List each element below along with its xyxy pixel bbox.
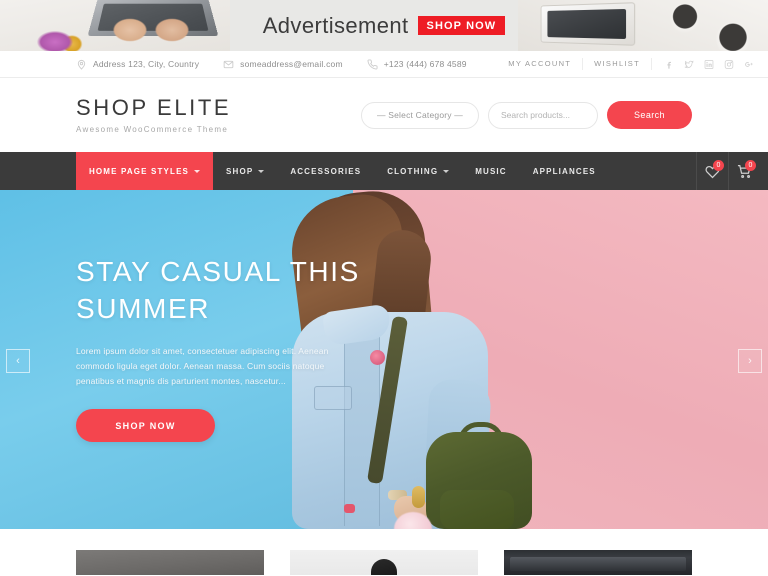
chevron-down-icon bbox=[194, 169, 201, 173]
hero-shop-now-button[interactable]: SHOP NOW bbox=[76, 409, 215, 442]
ad-photo-left bbox=[0, 0, 230, 51]
linkedin-icon[interactable] bbox=[704, 59, 714, 70]
topbar-email[interactable]: someaddress@email.com bbox=[223, 59, 343, 70]
cart-button[interactable]: 0 bbox=[728, 152, 760, 190]
topbar-email-text: someaddress@email.com bbox=[240, 59, 343, 69]
product-image bbox=[290, 550, 478, 575]
nav-item-appliances[interactable]: APPLIANCES bbox=[520, 152, 609, 190]
topbar-right: MY ACCOUNT WISHLIST bbox=[497, 58, 754, 70]
hands-image bbox=[110, 14, 202, 48]
nav-label: ACCESSORIES bbox=[290, 166, 362, 176]
product-card[interactable] bbox=[504, 550, 692, 575]
envelope-icon bbox=[223, 60, 234, 68]
ad-center-content: Advertisement SHOP NOW bbox=[263, 13, 506, 39]
product-image bbox=[76, 550, 264, 575]
nav-item-home-page-styles[interactable]: HOME PAGE STYLES bbox=[76, 152, 214, 190]
slider-next-button[interactable]: › bbox=[738, 349, 762, 373]
main-navigation: HOME PAGE STYLES SHOP ACCESSORIES CLOTHI… bbox=[0, 152, 768, 190]
topbar-address-text: Address 123, City, Country bbox=[93, 59, 200, 69]
topbar: Address 123, City, Country someaddress@e… bbox=[0, 51, 768, 78]
topbar-address: Address 123, City, Country bbox=[76, 59, 199, 70]
location-pin-icon bbox=[77, 59, 86, 70]
hero-heading: STAY CASUAL THIS SUMMER bbox=[76, 256, 360, 324]
nav-item-music[interactable]: MUSIC bbox=[462, 152, 520, 190]
chevron-down-icon bbox=[258, 169, 265, 173]
nav-label: SHOP bbox=[226, 166, 254, 176]
wishlist-count-badge: 0 bbox=[713, 160, 724, 171]
hero-paragraph: Lorem ipsum dolor sit amet, consectetuer… bbox=[76, 346, 329, 386]
twitter-icon[interactable] bbox=[684, 59, 694, 70]
nav-item-clothing[interactable]: CLOTHING bbox=[374, 152, 462, 190]
product-image bbox=[504, 550, 692, 575]
product-grid bbox=[0, 529, 768, 575]
hero-slider: STAY CASUAL THIS SUMMER Lorem ipsum dolo… bbox=[0, 190, 768, 529]
nav-label: APPLIANCES bbox=[532, 166, 596, 176]
social-links bbox=[652, 59, 754, 70]
cart-count-badge: 0 bbox=[745, 160, 756, 171]
nav-label: CLOTHING bbox=[387, 166, 439, 176]
topbar-phone[interactable]: +123 (444) 678 4589 bbox=[367, 58, 467, 70]
nav-label: HOME PAGE STYLES bbox=[89, 166, 190, 176]
ad-shop-now-button[interactable]: SHOP NOW bbox=[417, 16, 506, 35]
wishlist-button[interactable]: 0 bbox=[696, 152, 728, 190]
phone-icon bbox=[367, 58, 378, 69]
instagram-icon[interactable] bbox=[724, 59, 734, 70]
nav-item-shop[interactable]: SHOP bbox=[213, 152, 277, 190]
logo-title: SHOP ELITE bbox=[76, 94, 232, 120]
product-card[interactable] bbox=[76, 550, 264, 575]
logo[interactable]: SHOP ELITE Awesome WooCommerce Theme bbox=[76, 94, 232, 134]
googleplus-icon[interactable] bbox=[744, 59, 754, 70]
chevron-down-icon bbox=[443, 169, 450, 173]
nav-label: MUSIC bbox=[475, 166, 507, 176]
category-select[interactable]: — Select Category — bbox=[361, 101, 479, 129]
logo-subtitle: Awesome WooCommerce Theme bbox=[76, 124, 229, 134]
advertisement-banner[interactable]: Advertisement SHOP NOW bbox=[0, 0, 768, 51]
search-button[interactable]: Search bbox=[607, 101, 692, 129]
wishlist-link[interactable]: WISHLIST bbox=[583, 58, 652, 70]
hero-content: STAY CASUAL THIS SUMMER Lorem ipsum dolo… bbox=[76, 253, 376, 442]
nav-item-accessories[interactable]: ACCESSORIES bbox=[277, 152, 374, 190]
product-card[interactable] bbox=[290, 550, 478, 575]
slider-prev-button[interactable]: ‹ bbox=[6, 349, 30, 373]
search-bar: — Select Category — Search bbox=[361, 101, 692, 129]
nav-right-icons: 0 0 bbox=[696, 152, 760, 190]
coffee-cup-icon bbox=[716, 22, 750, 51]
facebook-icon[interactable] bbox=[664, 59, 674, 70]
topbar-phone-text: +123 (444) 678 4589 bbox=[383, 59, 467, 69]
tablet-image bbox=[540, 2, 636, 46]
my-account-link[interactable]: MY ACCOUNT bbox=[497, 58, 584, 70]
site-header: SHOP ELITE Awesome WooCommerce Theme — S… bbox=[0, 78, 768, 152]
coffee-cup-icon bbox=[670, 3, 700, 33]
search-input[interactable] bbox=[488, 101, 598, 129]
ad-photo-right bbox=[518, 0, 768, 51]
ad-text: Advertisement bbox=[262, 12, 409, 38]
